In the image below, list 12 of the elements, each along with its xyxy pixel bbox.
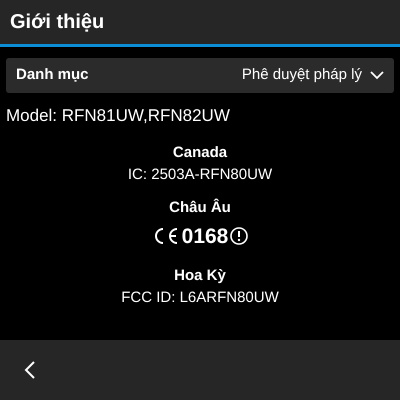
certification-id: IC: 2503A-RFN80UW: [128, 166, 272, 184]
alert-circle-icon: [230, 227, 248, 246]
region-name: Hoa Kỳ: [174, 267, 226, 285]
region-name: Châu Âu: [169, 198, 231, 216]
certification-id: FCC ID: L6ARFN80UW: [121, 289, 279, 307]
category-dropdown[interactable]: Danh mục Phê duyệt pháp lý: [6, 58, 394, 93]
chevron-left-icon: [24, 360, 36, 380]
model-text: Model: RFN81UW,RFN82UW: [6, 105, 231, 127]
region-name: Canada: [172, 144, 228, 162]
notified-body-number: 0168: [182, 224, 228, 250]
screen-title: Giới thiệu: [10, 10, 104, 35]
chevron-down-icon: [370, 71, 384, 80]
